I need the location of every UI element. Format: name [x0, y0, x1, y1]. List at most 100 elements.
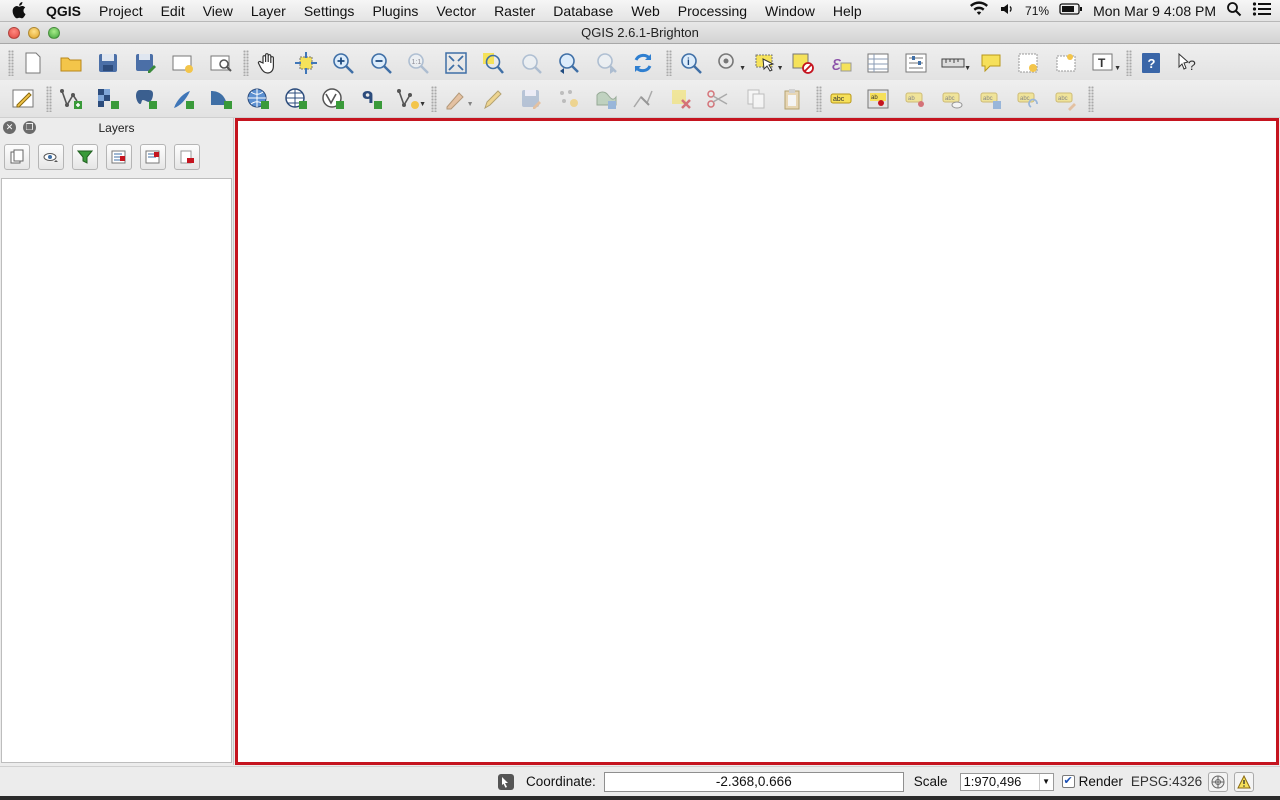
- filter-legend-button[interactable]: [72, 144, 98, 170]
- select-features-icon[interactable]: ▼: [751, 48, 784, 78]
- zoom-to-selection-icon[interactable]: [478, 48, 508, 78]
- zoom-to-layer-icon[interactable]: [516, 48, 546, 78]
- render-checkbox[interactable]: ✔: [1061, 775, 1075, 788]
- menu-app-qgis[interactable]: QGIS: [40, 0, 90, 22]
- add-delimited-text-layer-icon[interactable]: ᑫ: [356, 84, 386, 114]
- show-hide-labels-icon[interactable]: abc: [938, 84, 968, 114]
- message-log-warning-icon[interactable]: [1234, 771, 1255, 792]
- toolbar-grip-handle[interactable]: [430, 85, 437, 112]
- crs-status-globe-icon[interactable]: [1208, 771, 1229, 792]
- toolbar-grip-handle[interactable]: [45, 85, 52, 112]
- menu-edit[interactable]: Edit: [152, 0, 194, 22]
- menubar-clock[interactable]: Mon Mar 9 4:08 PM: [1093, 3, 1216, 19]
- save-layer-edits-icon[interactable]: [516, 84, 546, 114]
- add-postgis-layer-icon[interactable]: [131, 84, 161, 114]
- window-titlebar[interactable]: QGIS 2.6.1-Brighton: [0, 22, 1280, 44]
- open-project-button[interactable]: [56, 48, 86, 78]
- toggle-extents-mouse-icon[interactable]: [496, 772, 516, 792]
- wifi-icon[interactable]: [969, 1, 989, 20]
- copy-features-icon[interactable]: [741, 84, 771, 114]
- layer-labeling-options-icon[interactable]: abc: [826, 84, 856, 114]
- manage-layer-visibility-button[interactable]: [38, 144, 64, 170]
- menu-processing[interactable]: Processing: [669, 0, 756, 22]
- toolbar-grip-handle[interactable]: [1125, 49, 1132, 76]
- panel-close-icon[interactable]: ✕: [3, 121, 16, 134]
- menu-web[interactable]: Web: [622, 0, 669, 22]
- volume-icon[interactable]: [999, 1, 1015, 20]
- paste-features-icon[interactable]: [778, 84, 808, 114]
- show-bookmarks-icon[interactable]: [1051, 48, 1081, 78]
- delete-selected-icon[interactable]: [666, 84, 696, 114]
- menu-vector[interactable]: Vector: [427, 0, 485, 22]
- notification-center-icon[interactable]: [1252, 1, 1272, 20]
- open-attribute-table-icon[interactable]: [863, 48, 893, 78]
- scale-combobox[interactable]: 1:970,496 ▼: [959, 772, 1054, 791]
- identify-features-icon[interactable]: i: [676, 48, 706, 78]
- move-feature-icon[interactable]: [591, 84, 621, 114]
- menu-raster[interactable]: Raster: [485, 0, 544, 22]
- zoom-full-icon[interactable]: [441, 48, 471, 78]
- add-wfs-layer-icon[interactable]: [318, 84, 348, 114]
- add-raster-layer-icon[interactable]: [93, 84, 123, 114]
- chevron-down-icon[interactable]: ▼: [1038, 773, 1053, 790]
- toolbar-grip-handle[interactable]: [243, 49, 249, 76]
- refresh-icon[interactable]: [628, 48, 658, 78]
- expand-all-button[interactable]: [106, 144, 132, 170]
- menu-project[interactable]: Project: [90, 0, 152, 22]
- rotate-label-icon[interactable]: abc: [1013, 84, 1043, 114]
- remove-layer-button[interactable]: [174, 144, 200, 170]
- node-tool-icon[interactable]: [628, 84, 658, 114]
- map-tips-icon[interactable]: [976, 48, 1006, 78]
- highlight-pinned-labels-icon[interactable]: ab: [901, 84, 931, 114]
- toolbar-grip-handle[interactable]: [8, 49, 14, 76]
- add-feature-icon[interactable]: [553, 84, 583, 114]
- select-by-expression-icon[interactable]: ε: [826, 48, 856, 78]
- spotlight-search-icon[interactable]: [1226, 1, 1242, 20]
- save-project-button[interactable]: [93, 48, 123, 78]
- menu-plugins[interactable]: Plugins: [363, 0, 427, 22]
- toolbar-grip-handle[interactable]: [1088, 85, 1094, 112]
- menu-view[interactable]: View: [194, 0, 242, 22]
- composer-manager-button[interactable]: [206, 48, 236, 78]
- whats-this-help-icon[interactable]: ?: [1173, 48, 1203, 78]
- menu-layer[interactable]: Layer: [242, 0, 295, 22]
- menu-database[interactable]: Database: [544, 0, 622, 22]
- toolbar-grip-handle[interactable]: [665, 49, 672, 76]
- cut-features-scissors-icon[interactable]: [703, 84, 733, 114]
- zoom-native-resolution-icon[interactable]: 1:1: [403, 48, 433, 78]
- add-mssql-layer-icon[interactable]: [206, 84, 236, 114]
- measure-line-icon[interactable]: ▼: [938, 48, 971, 78]
- coordinate-display-field[interactable]: -2.368,0.666: [603, 771, 904, 792]
- toolbar-grip-handle[interactable]: [815, 85, 822, 112]
- qgis-help-icon[interactable]: ?: [1136, 48, 1166, 78]
- pan-to-selection-icon[interactable]: [291, 48, 321, 78]
- apple-menu-icon[interactable]: [0, 0, 40, 22]
- panel-float-icon[interactable]: ❐: [23, 121, 36, 134]
- new-bookmark-icon[interactable]: [1013, 48, 1043, 78]
- current-crs-label[interactable]: EPSG:4326: [1131, 774, 1202, 789]
- zoom-out-icon[interactable]: [366, 48, 396, 78]
- add-spatialite-layer-icon[interactable]: [168, 84, 198, 114]
- add-wcs-layer-icon[interactable]: [281, 84, 311, 114]
- toggle-editing-icon[interactable]: [8, 84, 38, 114]
- menu-window[interactable]: Window: [756, 0, 824, 22]
- add-group-button[interactable]: [4, 144, 30, 170]
- add-wms-layer-icon[interactable]: [243, 84, 273, 114]
- new-project-button[interactable]: [18, 48, 48, 78]
- map-canvas[interactable]: [235, 118, 1279, 765]
- save-project-as-button[interactable]: [131, 48, 161, 78]
- pin-labels-icon[interactable]: ab: [863, 84, 893, 114]
- layer-tree-list[interactable]: [1, 178, 232, 763]
- zoom-in-icon[interactable]: [328, 48, 358, 78]
- statistical-summary-icon[interactable]: [901, 48, 931, 78]
- deselect-features-icon[interactable]: [788, 48, 818, 78]
- menu-help[interactable]: Help: [824, 0, 871, 22]
- run-feature-action-icon[interactable]: ▼: [713, 48, 746, 78]
- zoom-last-icon[interactable]: [553, 48, 583, 78]
- edit-pencil-icon[interactable]: [478, 84, 508, 114]
- battery-icon[interactable]: [1059, 2, 1083, 19]
- change-label-icon[interactable]: abc: [1051, 84, 1081, 114]
- collapse-all-button[interactable]: [140, 144, 166, 170]
- menu-settings[interactable]: Settings: [295, 0, 364, 22]
- new-print-composer-button[interactable]: [168, 48, 198, 78]
